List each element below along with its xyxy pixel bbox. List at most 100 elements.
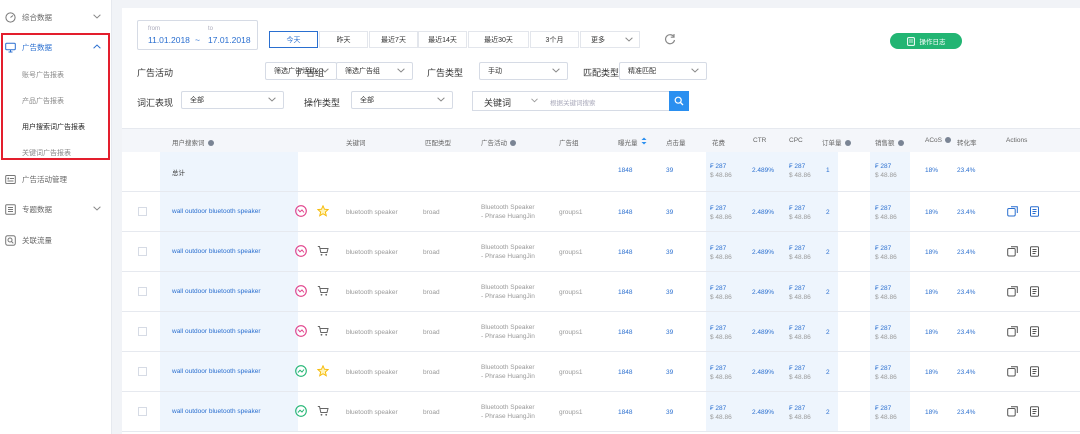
keyword-search-input[interactable]: 根据关键词搜索 bbox=[550, 97, 596, 107]
trend-down-icon[interactable] bbox=[295, 245, 307, 257]
edit-bid-icon[interactable] bbox=[1007, 366, 1018, 377]
star-icon[interactable] bbox=[317, 205, 329, 217]
report-icon[interactable] bbox=[1029, 326, 1040, 337]
chevron-down-icon[interactable] bbox=[552, 68, 560, 73]
edit-bid-icon[interactable] bbox=[1007, 206, 1018, 217]
op_type-select[interactable]: 全部 bbox=[351, 91, 453, 109]
trend-up-icon[interactable] bbox=[295, 405, 307, 417]
table-row[interactable]: wall outdoor bluetooth speaker bluetooth … bbox=[122, 192, 1080, 232]
col-header-14[interactable]: Actions bbox=[1006, 137, 1027, 144]
trend-down-icon[interactable] bbox=[295, 285, 307, 297]
col-header-2[interactable]: 匹配类型 bbox=[425, 137, 451, 147]
col-header-3[interactable]: 广告活动 bbox=[481, 137, 516, 147]
range-6[interactable]: 更多 bbox=[580, 31, 640, 48]
range-4[interactable]: 最近30天 bbox=[468, 31, 529, 48]
col-header-11[interactable]: 销售额 bbox=[875, 137, 904, 147]
col-header-13[interactable]: 转化率 bbox=[957, 137, 977, 147]
help-icon[interactable] bbox=[897, 140, 904, 146]
ad_type-select[interactable]: 手动 bbox=[479, 62, 568, 80]
chevron-down-icon[interactable] bbox=[268, 97, 276, 102]
campaign: Bluetooth Speaker - Phrase HuangJin bbox=[481, 284, 535, 300]
cart-icon[interactable] bbox=[317, 245, 329, 257]
edit-bid-icon[interactable] bbox=[1007, 406, 1018, 417]
col-header-7[interactable]: 花费 bbox=[712, 137, 725, 147]
edit-bid-icon[interactable] bbox=[1007, 246, 1018, 257]
report-icon[interactable] bbox=[1029, 286, 1040, 297]
col-header-6[interactable]: 点击量 bbox=[666, 137, 686, 147]
refresh-icon[interactable] bbox=[664, 33, 676, 45]
row-checkbox[interactable] bbox=[138, 247, 147, 256]
range-5[interactable]: 3个月 bbox=[530, 31, 579, 48]
chevron-down-icon[interactable] bbox=[625, 37, 633, 42]
row-checkbox[interactable] bbox=[138, 327, 147, 336]
row-checkbox[interactable] bbox=[138, 407, 147, 416]
cart-icon[interactable] bbox=[317, 325, 329, 337]
help-icon[interactable] bbox=[207, 140, 214, 146]
report-icon[interactable] bbox=[1029, 366, 1040, 377]
table-row[interactable]: wall outdoor bluetooth speaker bluetooth … bbox=[122, 352, 1080, 392]
acos: 18% bbox=[925, 289, 939, 296]
clicks: 39 bbox=[666, 409, 674, 416]
chevron-down-icon[interactable] bbox=[531, 98, 538, 103]
table-row[interactable]: wall outdoor bluetooth speaker bluetooth … bbox=[122, 312, 1080, 352]
orders: 2 bbox=[826, 289, 830, 296]
edit-bid-icon[interactable] bbox=[1007, 326, 1018, 337]
help-icon[interactable] bbox=[844, 140, 851, 146]
edit-bid-icon[interactable] bbox=[1007, 286, 1018, 297]
trend-down-icon[interactable] bbox=[295, 205, 307, 217]
spend: ₣ 287 $ 48.86 bbox=[710, 163, 732, 179]
operation-log-button[interactable]: 操作日志 bbox=[890, 33, 962, 49]
range-1[interactable]: 昨天 bbox=[319, 31, 368, 48]
trend-up-icon[interactable] bbox=[295, 365, 307, 377]
chevron-down-icon[interactable] bbox=[93, 14, 101, 19]
ad-group: groups1 bbox=[559, 329, 583, 336]
star-icon[interactable] bbox=[317, 365, 329, 377]
search-term: wall outdoor bluetooth speaker bbox=[172, 368, 261, 375]
row-checkbox[interactable] bbox=[138, 287, 147, 296]
clicks: 39 bbox=[666, 329, 674, 336]
trend-down-icon[interactable] bbox=[295, 325, 307, 337]
report-icon[interactable] bbox=[1029, 246, 1040, 257]
sidebar-item-2[interactable]: 广告活动管理 bbox=[5, 170, 109, 188]
sidebar-item-0[interactable]: 综合数据 bbox=[5, 8, 109, 26]
date-range-picker[interactable]: from to 11.01.2018 ~ 17.01.2018 bbox=[137, 20, 258, 50]
range-0[interactable]: 今天 bbox=[269, 31, 318, 48]
col-header-4[interactable]: 广告组 bbox=[559, 137, 579, 147]
group-select[interactable]: 筛选广告组 bbox=[336, 62, 413, 80]
chevron-down-icon[interactable] bbox=[93, 206, 101, 211]
keyword-search[interactable]: 关键词 根据关键词搜索 bbox=[472, 91, 670, 111]
col-header-10[interactable]: 订单量 bbox=[822, 137, 851, 147]
cart-icon[interactable] bbox=[317, 285, 329, 297]
col-header-0[interactable]: 用户搜索词 bbox=[172, 137, 214, 147]
report-icon[interactable] bbox=[1029, 206, 1040, 217]
cart-icon[interactable] bbox=[317, 405, 329, 417]
col-header-12[interactable]: ACoS bbox=[925, 137, 951, 144]
col-header-9[interactable]: CPC bbox=[789, 137, 803, 144]
chevron-down-icon[interactable] bbox=[397, 68, 405, 73]
range-2[interactable]: 最近7天 bbox=[369, 31, 418, 48]
campaign: Bluetooth Speaker - Phrase HuangJin bbox=[481, 364, 535, 380]
chevron-down-icon[interactable] bbox=[691, 68, 699, 73]
row-checkbox[interactable] bbox=[138, 207, 147, 216]
acos: 18% bbox=[925, 409, 939, 416]
report-icon[interactable] bbox=[1029, 406, 1040, 417]
ad-group: groups1 bbox=[559, 289, 583, 296]
range-3[interactable]: 最近14天 bbox=[418, 31, 467, 48]
match_type-select[interactable]: 精准匹配 bbox=[619, 62, 707, 80]
help-icon[interactable] bbox=[510, 140, 516, 146]
word_perf-label: 词汇表现 bbox=[137, 98, 174, 108]
sort-icon[interactable] bbox=[641, 137, 647, 145]
col-header-1[interactable]: 关键词 bbox=[346, 137, 366, 147]
help-icon[interactable] bbox=[944, 137, 951, 143]
table-row[interactable]: wall outdoor bluetooth speaker bluetooth … bbox=[122, 272, 1080, 312]
word_perf-select[interactable]: 全部 bbox=[181, 91, 284, 109]
table-row[interactable]: wall outdoor bluetooth speaker bluetooth … bbox=[122, 232, 1080, 272]
sidebar-item-4[interactable]: 关联流量 bbox=[5, 231, 109, 249]
search-button[interactable] bbox=[669, 91, 689, 111]
row-checkbox[interactable] bbox=[138, 367, 147, 376]
col-header-8[interactable]: CTR bbox=[753, 137, 766, 144]
chevron-down-icon[interactable] bbox=[437, 97, 445, 102]
table-row[interactable]: wall outdoor bluetooth speaker bluetooth … bbox=[122, 392, 1080, 432]
col-header-5[interactable]: 曝光量 bbox=[618, 137, 647, 147]
sidebar-item-3[interactable]: 专题数据 bbox=[5, 200, 109, 218]
